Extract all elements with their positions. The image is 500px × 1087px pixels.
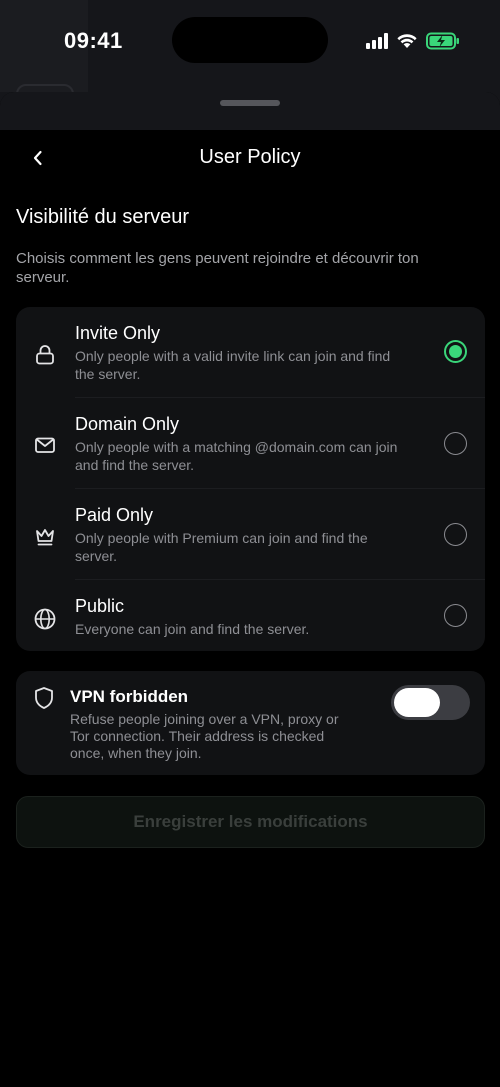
radio-unselected[interactable] — [444, 604, 467, 627]
option-invite-only[interactable]: Invite Only Only people with a valid inv… — [16, 307, 485, 397]
globe-icon — [32, 606, 58, 632]
sheet-top-area — [0, 92, 500, 130]
crown-icon — [32, 523, 58, 549]
dynamic-island — [172, 17, 328, 63]
vpn-forbidden-card: VPN forbidden Refuse people joining over… — [16, 671, 485, 775]
vpn-toggle[interactable] — [391, 685, 470, 720]
section-description: Choisis comment les gens peuvent rejoind… — [16, 250, 419, 286]
envelope-icon — [32, 432, 58, 458]
page-title: User Policy — [199, 146, 301, 168]
visibility-options-card: Invite Only Only people with a valid inv… — [16, 307, 485, 651]
radio-unselected[interactable] — [444, 432, 467, 455]
vpn-description: Refuse people joining over a VPN, proxy … — [70, 711, 339, 761]
section-title: Visibilité du serveur — [16, 206, 190, 228]
status-icons — [366, 30, 460, 52]
screen: 09:41 User Policy Visibilité du serveur … — [0, 0, 500, 1087]
option-title: Domain Only — [75, 414, 180, 434]
sheet-grabber[interactable] — [220, 100, 280, 106]
wifi-icon — [397, 34, 417, 48]
option-title: Paid Only — [75, 505, 154, 525]
user-policy-sheet: User Policy Visibilité du serveur Choisi… — [0, 92, 500, 1087]
option-description: Only people with Premium can join and fi… — [75, 530, 368, 564]
save-changes-button[interactable]: Enregistrer les modifications — [16, 796, 485, 848]
lock-icon — [32, 342, 58, 368]
option-paid-only[interactable]: Paid Only Only people with Premium can j… — [16, 489, 485, 579]
option-domain-only[interactable]: Domain Only Only people with a matching … — [16, 398, 485, 488]
shield-icon — [35, 687, 53, 709]
option-description: Everyone can join and find the server. — [75, 621, 310, 637]
header: User Policy — [0, 134, 500, 180]
option-title: Public — [75, 596, 125, 616]
vpn-title: VPN forbidden — [70, 687, 189, 706]
option-public[interactable]: Public Everyone can join and find the se… — [16, 580, 485, 651]
radio-unselected[interactable] — [444, 523, 467, 546]
battery-charging-icon — [426, 32, 459, 50]
status-time: 09:41 — [64, 28, 123, 53]
option-title: Invite Only — [75, 323, 161, 343]
toggle-knob — [394, 688, 440, 717]
option-description: Only people with a matching @domain.com … — [75, 439, 398, 473]
cellular-signal-icon — [366, 33, 388, 49]
option-description: Only people with a valid invite link can… — [75, 348, 391, 382]
radio-selected[interactable] — [444, 340, 467, 363]
